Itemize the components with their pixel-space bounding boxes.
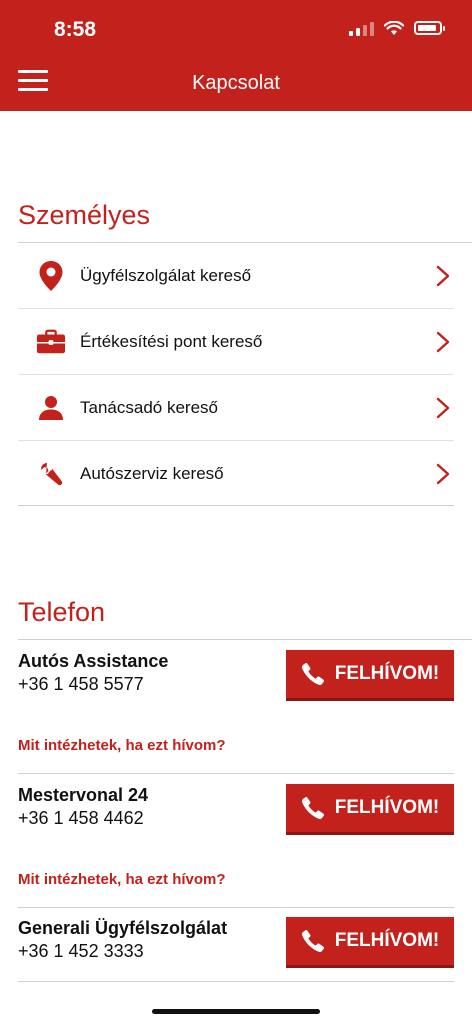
list-item-customer-service-finder[interactable]: Ügyfélszolgálat kereső <box>18 243 454 308</box>
briefcase-icon <box>36 327 66 357</box>
contact-generali-customer-service: Generali Ügyfélszolgálat +36 1 452 3333 … <box>18 917 454 965</box>
list-item-sales-point-finder[interactable]: Értékesítési pont kereső <box>18 309 454 374</box>
battery-icon <box>414 21 445 35</box>
faq-link[interactable]: Mit intézhetek, ha ezt hívom? <box>18 871 226 888</box>
faq-link[interactable]: Mit intézhetek, ha ezt hívom? <box>18 737 226 754</box>
call-button[interactable]: FELHÍVOM! <box>286 917 454 965</box>
section-title-personal: Személyes <box>18 200 151 230</box>
list-item-label: Tanácsadó kereső <box>80 397 218 417</box>
section-divider <box>18 505 454 506</box>
signal-icon <box>349 20 374 36</box>
section-title-phone: Telefon <box>18 597 106 627</box>
chevron-right-icon <box>436 397 450 418</box>
list-item-label: Autószerviz kereső <box>80 463 224 483</box>
chevron-right-icon <box>436 463 450 484</box>
call-button-label: FELHÍVOM! <box>334 797 440 818</box>
phone-icon <box>301 796 324 820</box>
contact-mestervonal-24: Mestervonal 24 +36 1 458 4462 FELHÍVOM! <box>18 784 454 832</box>
section-divider <box>18 773 454 774</box>
status-icons <box>349 20 445 36</box>
list-item-label: Értékesítési pont kereső <box>80 331 263 351</box>
call-button-label: FELHÍVOM! <box>334 930 440 951</box>
person-icon <box>36 393 66 423</box>
call-button[interactable]: FELHÍVOM! <box>286 650 454 698</box>
status-time: 8:58 <box>54 18 97 41</box>
home-indicator[interactable] <box>152 1009 320 1014</box>
chevron-right-icon <box>436 331 450 352</box>
page-title: Kapcsolat <box>192 72 280 94</box>
call-button[interactable]: FELHÍVOM! <box>286 784 454 832</box>
call-button-label: FELHÍVOM! <box>334 663 440 684</box>
section-divider <box>18 981 454 982</box>
phone-icon <box>301 929 324 953</box>
app-header: 8:58 Kapcsolat <box>0 0 472 111</box>
contact-autos-assistance: Autós Assistance +36 1 458 5577 FELHÍVOM… <box>18 650 454 698</box>
list-item-label: Ügyfélszolgálat kereső <box>80 265 252 285</box>
section-divider <box>18 639 472 640</box>
location-pin-icon <box>36 260 66 291</box>
list-item-car-service-finder[interactable]: Autószerviz kereső <box>18 441 454 506</box>
section-divider <box>18 907 454 908</box>
wifi-icon <box>384 20 404 35</box>
wrench-icon <box>36 459 66 489</box>
phone-icon <box>301 662 324 686</box>
list-item-advisor-finder[interactable]: Tanácsadó kereső <box>18 375 454 440</box>
chevron-right-icon <box>436 265 450 286</box>
